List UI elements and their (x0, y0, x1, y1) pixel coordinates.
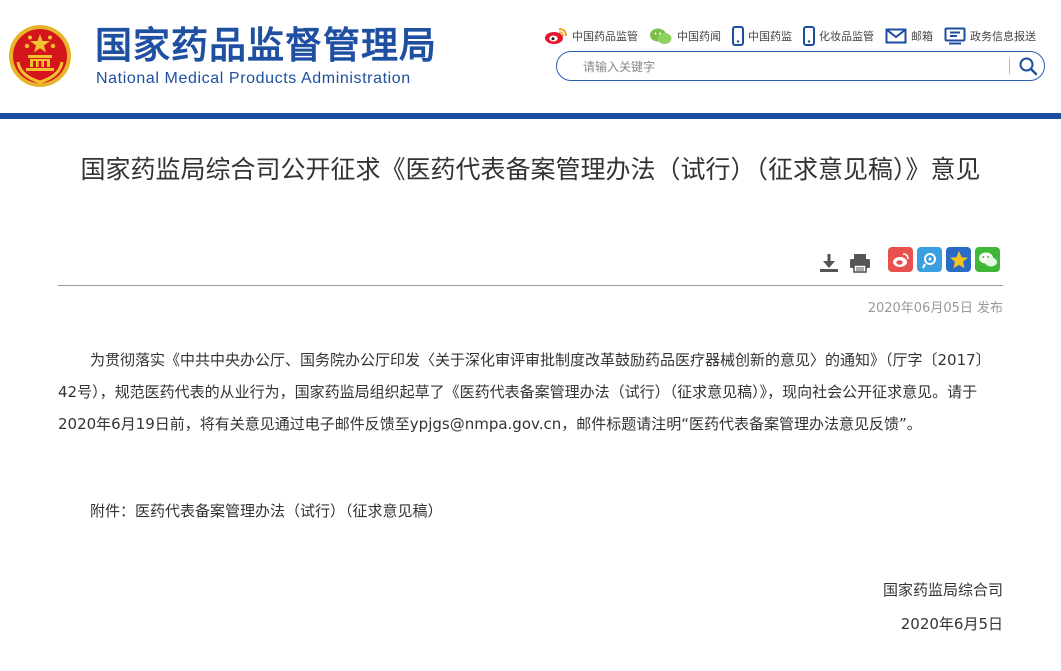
link-weibo[interactable]: 中国药品监管 (544, 27, 638, 45)
link-label: 邮箱 (911, 30, 933, 43)
mobile-icon (803, 26, 815, 46)
link-gov-report[interactable]: 政务信息报送 (944, 27, 1036, 45)
tencent-weibo-share-icon (921, 252, 936, 268)
monitor-icon (944, 27, 966, 45)
download-icon[interactable] (818, 252, 840, 274)
qzone-share-button[interactable] (946, 247, 971, 272)
article-tools (818, 252, 880, 274)
weibo-share-button[interactable] (888, 247, 913, 272)
weibo-share-icon (892, 252, 909, 267)
qzone-share-icon (949, 250, 968, 268)
site-header: 国家药品监督管理局 National Medical Products Admi… (0, 0, 1061, 113)
share-buttons (888, 247, 1000, 272)
tencent-weibo-share-button[interactable] (917, 247, 942, 272)
weibo-icon (545, 28, 567, 44)
search-separator (1009, 58, 1010, 74)
mobile-icon (732, 26, 744, 46)
site-name-cn: 国家药品监督管理局 (95, 24, 437, 67)
link-mobile-cosmetics[interactable]: 化妆品监管 (803, 26, 874, 46)
title-divider (58, 285, 1003, 286)
print-icon[interactable] (849, 252, 871, 274)
attachment-link[interactable]: 附件：医药代表备案管理办法（试行）（征求意见稿） (90, 500, 443, 521)
mail-icon (885, 28, 907, 44)
signature-date: 2020年6月5日 (900, 615, 1003, 633)
top-links: 中国药品监管 中国药闻 中国药监 化妆品监管 邮箱 政务信息报送 (544, 26, 1036, 46)
wechat-share-icon (978, 252, 997, 266)
wechat-share-button[interactable] (975, 247, 1000, 272)
signature-organization: 国家药监局综合司 (882, 581, 1003, 599)
header-divider-bar (0, 113, 1061, 119)
link-label: 化妆品监管 (819, 30, 874, 43)
national-emblem-icon (9, 25, 71, 87)
search-icon[interactable] (1017, 55, 1039, 77)
article-title: 国家药监局综合司公开征求《医药代表备案管理办法（试行）（征求意见稿）》意见 (80, 155, 981, 184)
link-wechat[interactable]: 中国药闻 (649, 27, 721, 45)
link-label: 中国药监 (748, 30, 792, 43)
site-name-en: National Medical Products Administration (96, 70, 411, 87)
link-label: 中国药品监管 (572, 30, 638, 43)
paragraph-text: 为贯彻落实《中共中央办公厅、国务院办公厅印发〈关于深化审评审批制度改革鼓励药品医… (58, 351, 991, 433)
link-label: 政务信息报送 (970, 30, 1036, 43)
publish-date: 2020年06月05日 发布 (867, 301, 1003, 316)
search-box (556, 51, 1045, 81)
wechat-icon (650, 28, 672, 44)
link-mail[interactable]: 邮箱 (885, 28, 933, 44)
search-input[interactable] (581, 56, 1005, 78)
article-body-paragraph: 为贯彻落实《中共中央办公厅、国务院办公厅印发〈关于深化审评审批制度改革鼓励药品医… (58, 344, 1008, 440)
link-mobile-nmpa[interactable]: 中国药监 (732, 26, 792, 46)
link-label: 中国药闻 (677, 30, 721, 43)
